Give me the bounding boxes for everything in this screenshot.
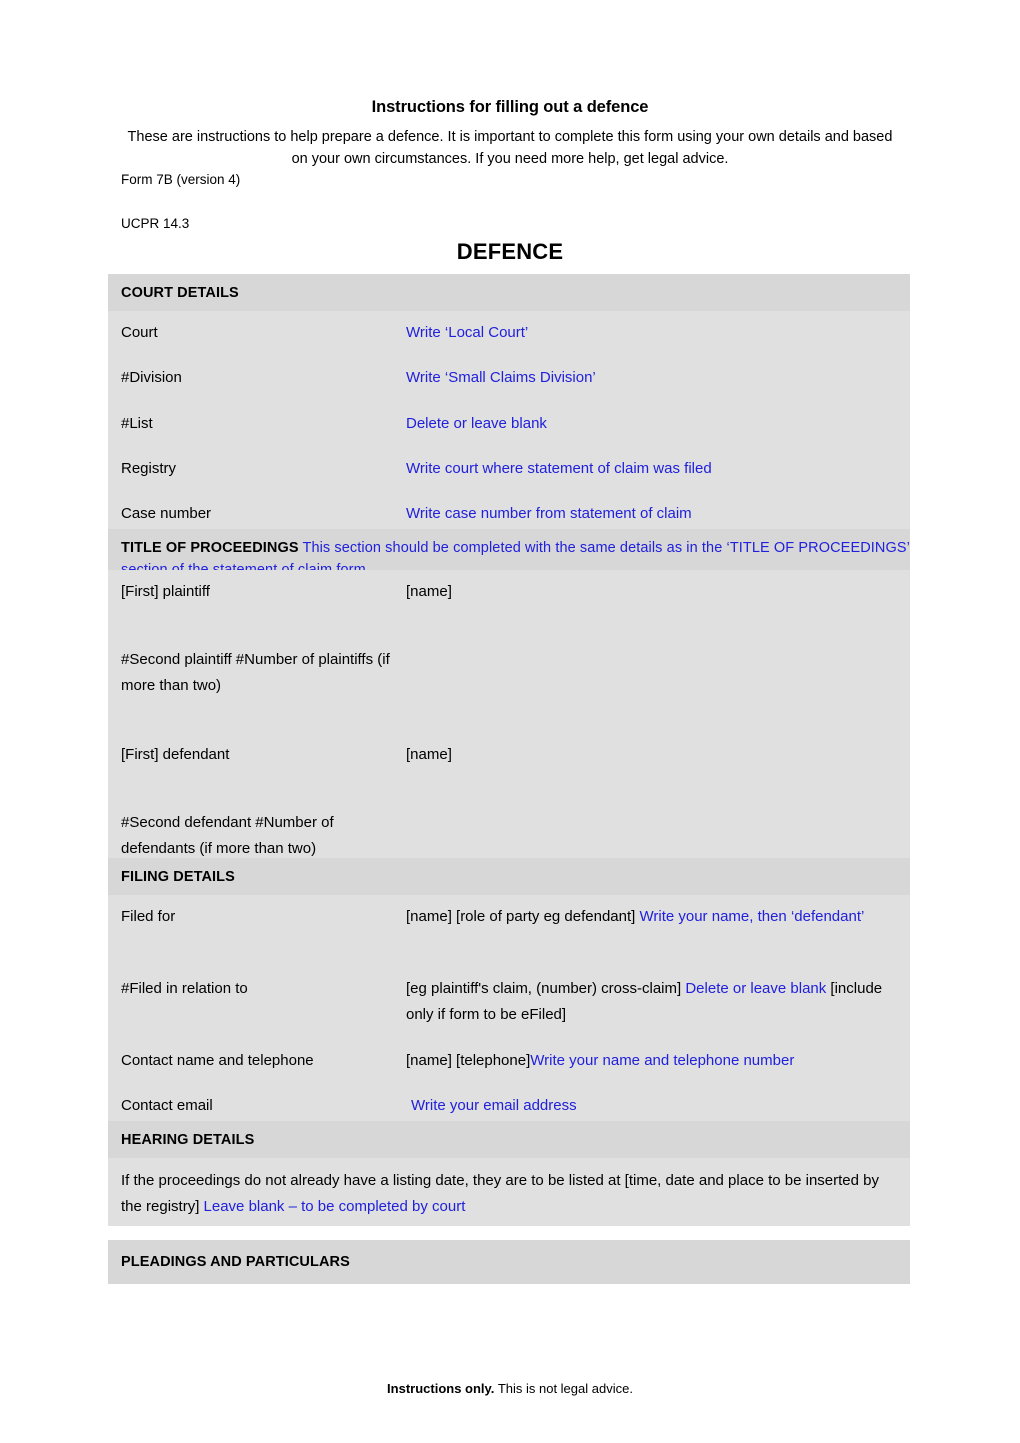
footer-normal-text: This is not legal advice. [494, 1381, 633, 1396]
rule-reference: UCPR 14.3 [121, 216, 190, 231]
footer: Instructions only. This is not legal adv… [0, 1380, 1020, 1398]
field-label: Case number [121, 505, 212, 522]
section-header-hearing-details: HEARING DETAILS [108, 1121, 910, 1158]
field-instruction: Write your name and telephone number [530, 1052, 795, 1069]
section-header-text: TITLE OF PROCEEDINGS [121, 540, 299, 556]
section-header-filing-details: FILING DETAILS [108, 858, 910, 895]
table-row: #Second defendant #Number of defendants … [108, 801, 910, 858]
field-label: #Division [121, 369, 182, 386]
hearing-details-paragraph: If the proceedings do not already have a… [108, 1158, 910, 1226]
field-label: #Filed in relation to [121, 980, 248, 997]
footer-bold-text: Instructions only. [387, 1381, 495, 1396]
table-row: Court Write ‘Local Court’ [108, 311, 910, 356]
table-row: #Filed in relation to [eg plaintiff's cl… [108, 967, 910, 1039]
field-value [406, 810, 896, 858]
hearing-paragraph-instruction: Leave blank – to be completed by court [203, 1198, 466, 1215]
section-header-court-details: COURT DETAILS [108, 274, 910, 311]
field-label: Contact email [121, 1097, 213, 1114]
section-header-pleadings-and-particulars: PLEADINGS AND PARTICULARS [108, 1240, 910, 1284]
field-label: #List [121, 415, 153, 432]
field-instruction: Write your name, then ‘defendant’ [639, 908, 865, 925]
field-instruction: Write case number from statement of clai… [406, 505, 692, 522]
field-label: [First] plaintiff [121, 583, 210, 600]
field-label: Court [121, 324, 158, 341]
field-instruction: Write court where statement of claim was… [406, 460, 712, 477]
table-row: #List Delete or leave blank [108, 402, 910, 447]
field-value-text: [name] [role of party eg defendant] [406, 908, 640, 925]
field-label: #Second plaintiff #Number of plaintiffs … [121, 651, 390, 694]
field-label: [First] defendant [121, 746, 230, 763]
field-instruction: Delete or leave blank [685, 980, 827, 997]
field-value: [name] [telephone]Write your name and te… [406, 1048, 896, 1084]
field-label: #Second defendant #Number of defendants … [121, 814, 334, 857]
table-row: Registry Write court where statement of … [108, 447, 910, 492]
defence-form-table: COURT DETAILS Court Write ‘Local Court’ … [108, 274, 910, 1284]
field-value [406, 647, 896, 733]
section-header-title-of-proceedings: TITLE OF PROCEEDINGS This section should… [108, 529, 910, 570]
field-instruction: Write ‘Small Claims Division’ [406, 369, 596, 386]
field-value: [name] [406, 746, 452, 763]
table-row: Contact name and telephone [name] [telep… [108, 1039, 910, 1084]
field-label: Registry [121, 460, 177, 477]
field-label: Contact name and telephone [121, 1052, 314, 1069]
table-row: Case number Write case number from state… [108, 492, 910, 529]
table-row: #Second plaintiff #Number of plaintiffs … [108, 638, 910, 733]
document-header: Instructions for filling out a defence T… [121, 96, 899, 234]
table-row: [First] plaintiff [name] [108, 570, 910, 638]
field-value: [name] [role of party eg defendant] Writ… [406, 904, 896, 967]
field-value-text: [eg plaintiff's claim, (number) cross-cl… [406, 980, 686, 997]
field-value-text: [name] [telephone] [406, 1052, 531, 1069]
field-value: [name] [406, 583, 452, 600]
field-value: [eg plaintiff's claim, (number) cross-cl… [406, 976, 896, 1039]
instructions-subtitle: These are instructions to help prepare a… [127, 129, 893, 167]
table-row: Filed for [name] [role of party eg defen… [108, 895, 910, 967]
instructions-title: Instructions for filling out a defence [371, 98, 649, 116]
form-number: Form 7B (version 4) [121, 172, 241, 187]
table-row: [First] defendant [name] [108, 733, 910, 801]
field-instruction: Write your email address [411, 1097, 577, 1114]
section-gap [108, 1226, 910, 1240]
table-row: Contact email Write your email address [108, 1084, 910, 1121]
table-row: #Division Write ‘Small Claims Division’ [108, 356, 910, 402]
field-instruction: Write ‘Local Court’ [406, 324, 529, 341]
page-title: DEFENCE [456, 239, 564, 264]
field-instruction: Delete or leave blank [406, 415, 547, 432]
document-page: Instructions for filling out a defence T… [0, 0, 1020, 1443]
field-label: Filed for [121, 908, 176, 925]
